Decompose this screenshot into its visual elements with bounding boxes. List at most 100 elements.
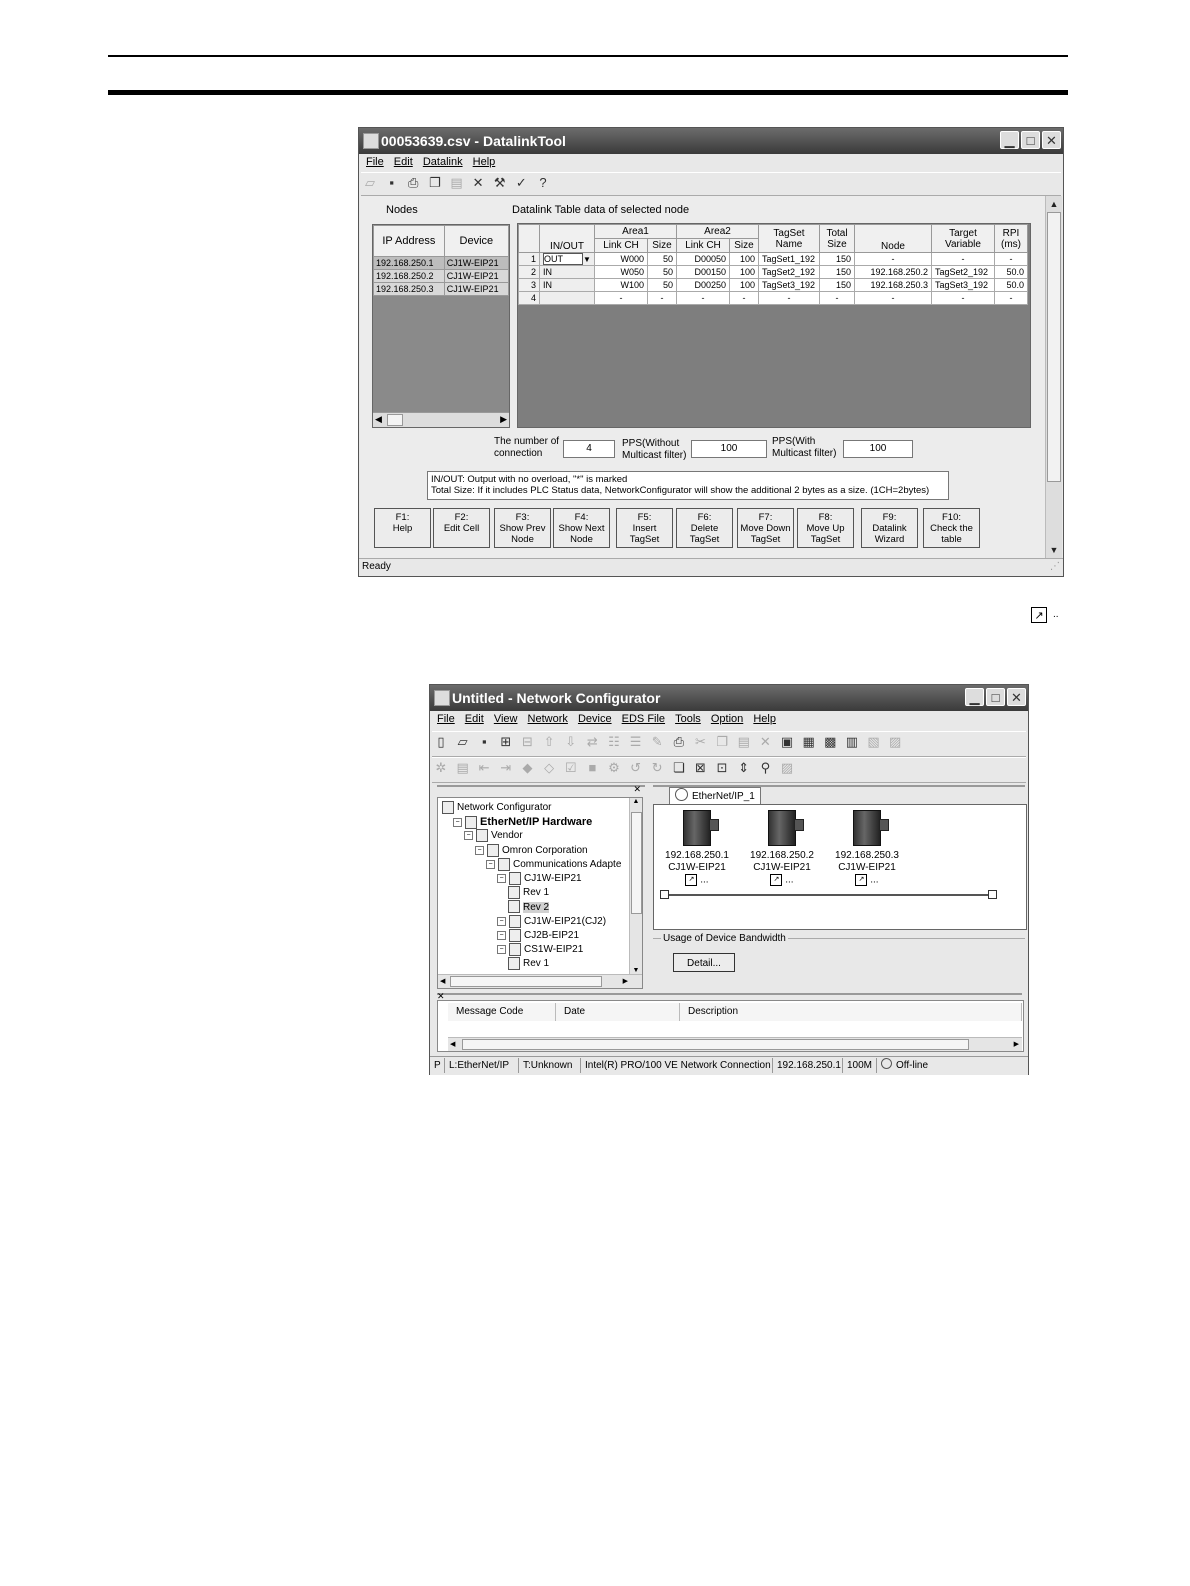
message-horizontal-scrollbar[interactable]: ◀ ▶ [448,1037,1022,1051]
minimize-button[interactable]: ▁ [965,688,984,706]
area2-link-ch[interactable]: - [676,291,730,305]
scroll-down-icon[interactable]: ▼ [1046,542,1062,558]
close-button[interactable]: ✕ [1042,131,1061,149]
table-row[interactable]: 4 - - - - - - - - - [518,291,1028,305]
move-up-icon[interactable]: ◆ [519,760,537,776]
stop-icon[interactable]: ■ [583,760,601,775]
scroll-up-icon[interactable]: ▲ [1046,196,1062,212]
open-icon[interactable]: ▱ [361,175,379,191]
f7-move-down-tagset-button[interactable]: F7: Move Down TagSet [737,508,794,548]
print-icon[interactable]: ⎙ [404,175,422,191]
rpi[interactable]: 50.0 [994,278,1028,292]
tree-collapse-icon[interactable]: − [453,818,462,828]
menu-help[interactable]: Help [473,156,496,168]
f3-show-prev-node-button[interactable]: F3: Show Prev Node [494,508,551,548]
area1-size[interactable]: 50 [647,278,677,292]
node[interactable]: 192.168.250.2 [854,265,932,279]
node-row[interactable]: 192.168.250.2 CJ1W-EIP21 [373,269,510,283]
menu-eds-file[interactable]: EDS File [622,713,665,725]
hardware-tree[interactable]: Network Configurator − EtherNet/IP Hardwar… [437,797,643,989]
message-pane[interactable]: Message Code Date Description ◀ ▶ [437,1000,1024,1052]
rpi[interactable]: 50.0 [994,265,1028,279]
help-icon[interactable]: ? [534,175,552,190]
tree-collapse-icon[interactable]: − [486,859,495,869]
menu-file[interactable]: File [366,156,384,168]
grid-icon[interactable]: ▩ [821,734,839,750]
tab-ethernet-ip-1[interactable]: EtherNet/IP_1 [669,787,761,805]
description-header[interactable]: Description [680,1003,1022,1021]
check-icon[interactable]: ✓ [512,175,530,191]
f10-check-table-button[interactable]: F10: Check the table [923,508,980,548]
reset-icon[interactable]: ↺ [627,760,645,776]
delete-icon[interactable]: ✕ [756,734,774,750]
link-icon[interactable]: ↗ [685,874,698,886]
total-size[interactable]: 150 [819,278,855,292]
node[interactable]: - [854,291,932,305]
menu-tools[interactable]: Tools [675,713,701,725]
scroll-left-icon[interactable]: ◀ [440,977,445,985]
tool-icon[interactable]: ✎ [648,734,666,750]
area2-size[interactable]: 100 [729,252,759,266]
tree-item[interactable]: − Communications Adapte [486,857,621,872]
area2-link-ch[interactable]: D00050 [676,252,730,266]
tree-item[interactable]: − CJ2B-EIP21 [497,928,579,943]
view-icon-mode-icon[interactable]: ▣ [778,734,796,750]
chevron-down-icon[interactable]: ▼ [583,255,591,264]
verify-icon[interactable]: ☑ [562,760,580,776]
ip-address-header[interactable]: IP Address [373,225,445,257]
datalink-vertical-scrollbar[interactable]: ▲ ▼ [1045,196,1062,558]
scroll-thumb[interactable] [387,414,403,426]
tree-horizontal-scrollbar[interactable]: ◀ ▶ [438,974,642,988]
area2-link-ch[interactable]: D00250 [676,278,730,292]
network-connect-icon[interactable]: ⊞ [497,734,515,750]
view-list-mode-icon[interactable]: ▦ [800,734,818,750]
node-row[interactable]: 192.168.250.1 CJ1W-EIP21 [373,256,510,270]
tree-collapse-icon[interactable]: − [497,945,506,954]
link-icon[interactable]: ↗ [770,874,783,886]
scroll-up-icon[interactable]: ▲ [630,798,642,805]
cut-icon[interactable]: ✂ [692,734,710,750]
tree-collapse-icon[interactable]: − [497,930,506,940]
inout-cell[interactable]: IN [539,278,595,292]
target-variable[interactable]: TagSet3_192 [931,278,995,292]
close-button[interactable]: ✕ [1007,688,1026,706]
tree-item[interactable]: Rev 1 [508,957,549,971]
tagset-name[interactable]: TagSet1_192 [758,252,820,266]
nodes-horizontal-scrollbar[interactable]: ◀ ▶ [373,412,509,427]
scroll-down-icon[interactable]: ▼ [630,967,642,974]
in-icon[interactable]: ⇤ [475,760,493,776]
area1-link-ch[interactable]: W000 [594,252,648,266]
wizard-icon[interactable]: ⚒ [491,175,509,191]
target-variable[interactable]: - [931,252,995,266]
f1-help-button[interactable]: F1: Help [374,508,431,548]
parameter-edit-icon[interactable]: ▨ [886,734,904,750]
f9-datalink-wizard-button[interactable]: F9: Datalink Wizard [861,508,918,548]
print-icon[interactable]: ⎙ [670,734,688,750]
upload-icon[interactable]: ⇧ [540,734,558,750]
device-monitor-icon[interactable]: ☰ [627,734,645,750]
target-variable[interactable]: - [931,291,995,305]
copy-icon[interactable]: ❐ [713,734,731,750]
message-code-header[interactable]: Message Code [448,1003,556,1021]
resize-grip-icon[interactable]: ⋰ [1050,561,1060,572]
rpi[interactable]: - [994,252,1028,266]
scroll-thumb[interactable] [450,976,602,987]
device-node[interactable]: 192.168.250.1 CJ1W-EIP21 ↗ ... [657,810,737,887]
open-icon[interactable]: ▱ [454,734,472,750]
scroll-thumb[interactable] [462,1039,969,1050]
scroll-thumb[interactable] [631,812,642,914]
tree-item[interactable]: − CJ1W-EIP21(CJ2) [497,914,606,929]
network-disconnect-icon[interactable]: ⊟ [519,734,537,750]
area1-size[interactable]: - [647,291,677,305]
area2-size[interactable]: - [729,291,759,305]
device-header[interactable]: Device [443,225,510,257]
table-row[interactable]: 3 IN W100 50 D00250 100 TagSet3_192 150 … [518,278,1028,292]
area2-size[interactable]: 100 [729,265,759,279]
tree-item[interactable]: Rev 1 [508,886,549,900]
new-icon[interactable]: ▯ [432,734,450,750]
device-node[interactable]: 192.168.250.2 CJ1W-EIP21 ↗ ... [742,810,822,887]
device-info-icon[interactable]: ⚙ [605,760,623,776]
parameter-icon[interactable]: ▧ [865,734,883,750]
menu-help[interactable]: Help [753,713,776,725]
f4-show-next-node-button[interactable]: F4: Show Next Node [553,508,610,548]
